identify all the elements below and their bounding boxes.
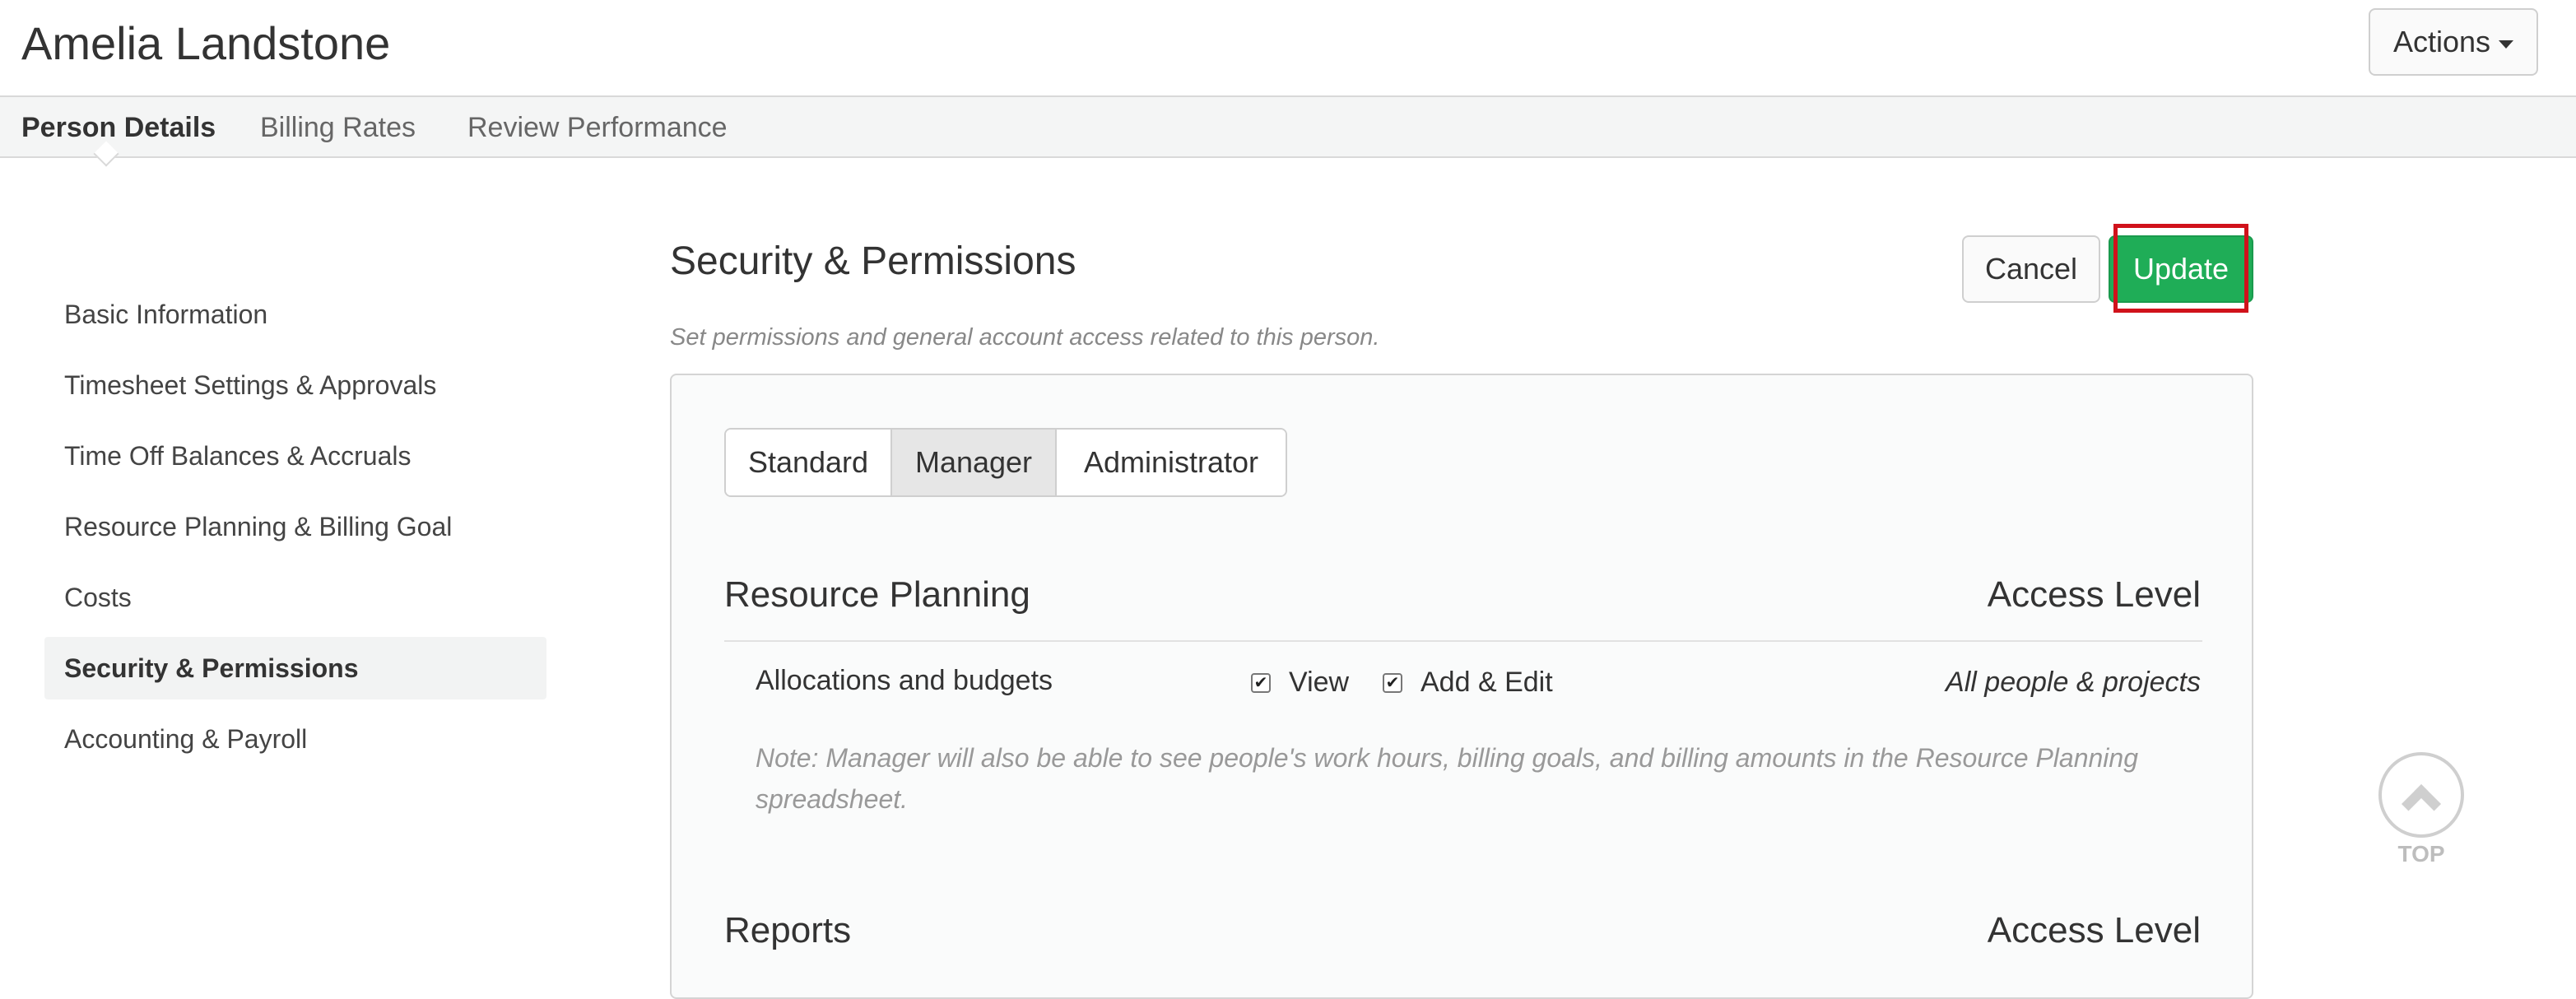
view-checkbox[interactable]: ✔ [1251,673,1271,693]
sidenav-item-resource-planning[interactable]: Resource Planning & Billing Goal [44,495,546,558]
sidenav-item-timesheet-settings[interactable]: Timesheet Settings & Approvals [44,354,546,416]
section-divider [724,640,2202,642]
section-title: Security & Permissions [670,239,1076,283]
add-edit-label: Add & Edit [1421,667,1553,698]
caret-down-icon [2499,40,2514,49]
role-administrator-button[interactable]: Administrator [1057,430,1286,495]
top-label: TOP [2397,841,2445,867]
checkmark-icon: ✔ [1385,674,1400,692]
reports-access-heading: Access Level [1987,910,2201,950]
chevron-up-icon [2401,783,2442,825]
tab-bar: Person Details Billing Rates Review Perf… [0,97,2576,158]
sidenav-item-costs[interactable]: Costs [44,566,546,629]
tab-person-details[interactable]: Person Details [21,112,216,144]
reports-heading: Reports [724,910,852,950]
actions-dropdown-button[interactable]: Actions [2369,8,2538,76]
sidenav-item-basic-information[interactable]: Basic Information [44,283,546,346]
side-navigation: Basic Information Timesheet Settings & A… [44,283,546,778]
add-edit-checkbox[interactable]: ✔ [1383,673,1402,693]
sidenav-item-accounting-payroll[interactable]: Accounting & Payroll [44,708,546,770]
page-header: Amelia Landstone Actions [0,0,2576,97]
update-button[interactable]: Update [2109,235,2253,303]
manager-note: Note: Manager will also be able to see p… [756,743,2138,814]
view-label: View [1289,667,1350,698]
actions-label: Actions [2392,25,2491,58]
allocations-budgets-label: Allocations and budgets [756,665,1053,696]
access-scope-value: All people & projects [1946,667,2201,698]
tab-billing-rates[interactable]: Billing Rates [260,112,416,144]
tab-review-performance[interactable]: Review Performance [467,112,728,144]
top-circle [2378,752,2464,838]
role-standard-button[interactable]: Standard [726,430,892,495]
resource-planning-heading: Resource Planning [724,574,1030,615]
permissions-panel: Standard Manager Administrator Resource … [670,374,2253,999]
cancel-button[interactable]: Cancel [1962,235,2100,303]
resource-planning-access-heading: Access Level [1987,574,2201,615]
person-name-title: Amelia Landstone [21,17,391,69]
scroll-top-button[interactable]: TOP [2378,752,2469,876]
role-selector: Standard Manager Administrator [724,428,1287,497]
section-subtitle: Set permissions and general account acce… [670,324,1380,351]
role-manager-button[interactable]: Manager [892,430,1057,495]
checkmark-icon: ✔ [1253,674,1268,692]
sidenav-item-security-permissions[interactable]: Security & Permissions [44,637,546,699]
sidenav-item-time-off-balances[interactable]: Time Off Balances & Accruals [44,425,546,487]
